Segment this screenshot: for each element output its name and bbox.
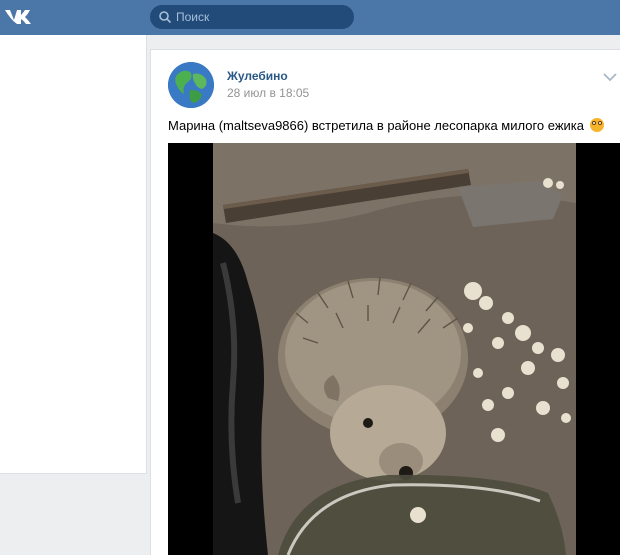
search-input[interactable] <box>172 5 356 29</box>
post-video[interactable] <box>168 143 620 555</box>
post-text: Марина (maltseva9866) встретила в районе… <box>168 118 604 133</box>
post-card: Жулебино 28 июл в 18:05 Марина (maltseva… <box>150 49 620 555</box>
post-author-link[interactable]: Жулебино <box>227 69 288 83</box>
chevron-down-icon[interactable] <box>603 72 617 82</box>
top-navigation-bar <box>0 0 620 35</box>
grinning-face-emoji-icon <box>589 118 604 132</box>
left-sidebar-panel <box>0 35 147 474</box>
post-text-content: Марина (maltseva9866) встретила в районе… <box>168 118 585 133</box>
search-box[interactable] <box>150 5 356 29</box>
avatar[interactable] <box>168 62 214 108</box>
vk-logo-icon[interactable] <box>4 8 36 26</box>
hedgehog-video-frame <box>168 143 620 555</box>
post-date[interactable]: 28 июл в 18:05 <box>227 86 309 100</box>
search-icon <box>159 11 172 24</box>
